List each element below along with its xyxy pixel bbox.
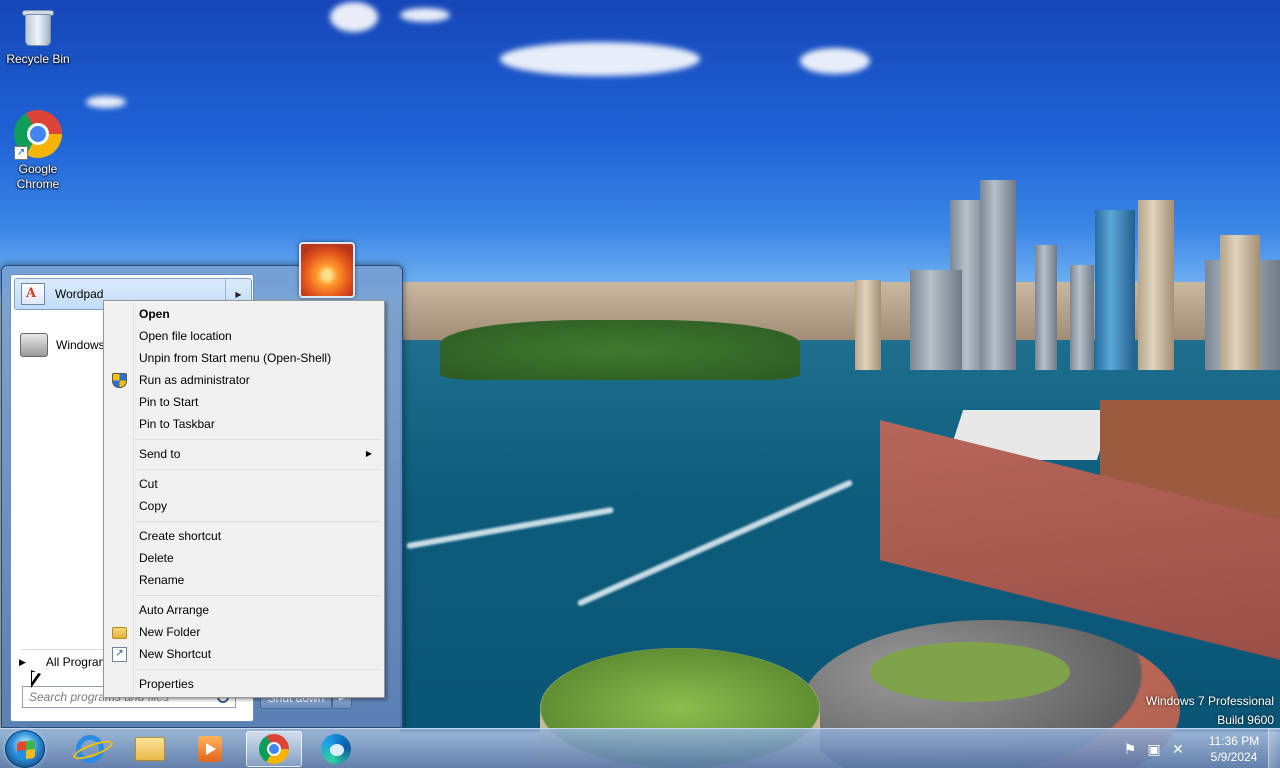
media-player-icon <box>198 736 222 762</box>
desktop-icon-label: Google Chrome <box>16 162 60 191</box>
desktop-icon-google-chrome[interactable]: ↗ Google Chrome <box>0 110 76 192</box>
submenu-arrow-icon: ▶ <box>365 449 372 458</box>
menu-separator <box>135 669 380 670</box>
network-icon[interactable]: ▣ <box>1146 741 1162 757</box>
menu-separator <box>135 595 380 596</box>
menu-item-label: New Folder <box>139 625 201 639</box>
desktop-icon-recycle-bin[interactable]: Recycle Bin <box>0 8 76 67</box>
menu-item-create-shortcut[interactable]: Create shortcut <box>106 525 382 547</box>
start-button[interactable] <box>5 730 45 768</box>
menu-item-unpin-from-start[interactable]: Unpin from Start menu (Open-Shell) <box>106 347 382 369</box>
arrow-right-icon: ▶ <box>19 656 26 667</box>
taskbar-button-edge[interactable] <box>308 731 364 767</box>
show-desktop-button[interactable] <box>1268 729 1280 768</box>
menu-item-label: New Shortcut <box>139 647 212 661</box>
menu-item-open-file-location[interactable]: Open file location <box>106 325 382 347</box>
menu-item-delete[interactable]: Delete <box>106 547 382 569</box>
windows-version-watermark: Windows 7 Professional Build 9600 <box>1145 694 1274 727</box>
menu-item-run-as-administrator[interactable]: Run as administrator <box>106 369 382 391</box>
menu-item-new-folder[interactable]: New Folder <box>106 621 382 643</box>
chrome-icon: ↗ <box>14 110 62 160</box>
menu-item-new-shortcut[interactable]: ↗ New Shortcut <box>106 643 382 665</box>
menu-item-pin-to-start[interactable]: Pin to Start <box>106 391 382 413</box>
action-center-flag-icon[interactable]: ⚑ <box>1122 741 1138 757</box>
system-clock[interactable]: 11:36 PM 5/9/2024 <box>1196 733 1272 765</box>
taskbar: ⚑ ▣ ✕ 11:36 PM 5/9/2024 <box>0 728 1280 768</box>
menu-separator <box>135 521 380 522</box>
taskbar-button-media-player[interactable] <box>182 731 238 767</box>
user-account-picture[interactable] <box>299 242 355 298</box>
menu-item-rename[interactable]: Rename <box>106 569 382 591</box>
fax-scan-icon <box>20 333 48 357</box>
context-menu: Open Open file location Unpin from Start… <box>103 300 385 698</box>
taskbar-button-chrome[interactable] <box>246 731 302 767</box>
volume-muted-icon[interactable]: ✕ <box>1170 741 1186 757</box>
menu-separator <box>135 439 380 440</box>
windows-logo-icon <box>17 740 35 760</box>
menu-item-open[interactable]: Open <box>106 303 382 325</box>
taskbar-button-internet-explorer[interactable] <box>62 731 118 767</box>
start-menu-item-label: Wordpad <box>55 287 104 301</box>
chrome-icon <box>259 734 289 764</box>
menu-item-label: Run as administrator <box>139 373 250 387</box>
uac-shield-icon <box>112 373 127 388</box>
menu-item-properties[interactable]: Properties <box>106 673 382 695</box>
menu-separator <box>135 469 380 470</box>
menu-item-send-to[interactable]: Send to ▶ <box>106 443 382 465</box>
folder-icon <box>112 627 127 639</box>
desktop-icon-label: Recycle Bin <box>6 52 70 66</box>
shortcut-icon: ↗ <box>112 647 127 662</box>
all-programs-button[interactable]: ▶ All Programs <box>19 655 115 669</box>
edge-icon <box>321 734 351 764</box>
menu-item-pin-to-taskbar[interactable]: Pin to Taskbar <box>106 413 382 435</box>
clock-time: 11:36 PM <box>1208 734 1260 748</box>
taskbar-button-file-explorer[interactable] <box>122 731 178 767</box>
menu-item-copy[interactable]: Copy <box>106 495 382 517</box>
file-explorer-icon <box>135 737 165 761</box>
menu-item-label: Send to <box>139 447 181 461</box>
clock-date: 5/9/2024 <box>1210 750 1258 764</box>
wordpad-icon <box>21 283 45 305</box>
recycle-bin-icon <box>20 8 56 48</box>
menu-item-cut[interactable]: Cut <box>106 473 382 495</box>
internet-explorer-icon <box>76 735 104 763</box>
mouse-cursor <box>31 670 41 688</box>
shortcut-arrow-icon: ↗ <box>14 146 28 160</box>
menu-item-auto-arrange[interactable]: Auto Arrange <box>106 599 382 621</box>
